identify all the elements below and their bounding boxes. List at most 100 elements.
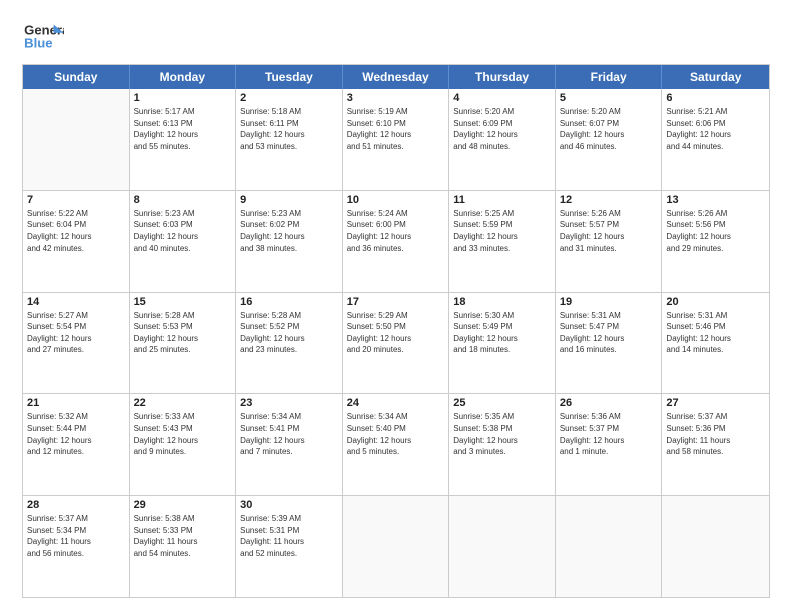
calendar-cell: 30Sunrise: 5:39 AM Sunset: 5:31 PM Dayli…: [236, 496, 343, 597]
cell-info: Sunrise: 5:17 AM Sunset: 6:13 PM Dayligh…: [134, 106, 232, 152]
cell-info: Sunrise: 5:23 AM Sunset: 6:03 PM Dayligh…: [134, 208, 232, 254]
calendar-cell: 27Sunrise: 5:37 AM Sunset: 5:36 PM Dayli…: [662, 394, 769, 495]
day-number: 16: [240, 296, 338, 308]
cell-info: Sunrise: 5:18 AM Sunset: 6:11 PM Dayligh…: [240, 106, 338, 152]
cell-info: Sunrise: 5:37 AM Sunset: 5:36 PM Dayligh…: [666, 411, 765, 457]
calendar-cell: 10 Sunrise: 5:24 AM Sunset: 6:00 PM Dayli…: [343, 191, 450, 292]
day-number: 4: [453, 92, 551, 104]
day-number: 14: [27, 296, 125, 308]
day-number: 23: [240, 397, 338, 409]
calendar-cell: [23, 89, 130, 190]
cell-info: Sunrise: 5:28 AM Sunset: 5:53 PM Dayligh…: [134, 310, 232, 356]
cell-info: Sunrise: 5:37 AM Sunset: 5:34 PM Dayligh…: [27, 513, 125, 559]
calendar-header-row: SundayMondayTuesdayWednesdayThursdayFrid…: [23, 65, 769, 89]
cell-info: Sunrise: 5:29 AM Sunset: 5:50 PM Dayligh…: [347, 310, 445, 356]
calendar-week-1: 1 Sunrise: 5:17 AM Sunset: 6:13 PM Daylig…: [23, 89, 769, 191]
cell-info: Sunrise: 5:26 AM Sunset: 5:57 PM Dayligh…: [560, 208, 658, 254]
calendar-cell: 19Sunrise: 5:31 AM Sunset: 5:47 PM Dayli…: [556, 293, 663, 394]
calendar-cell: 20 Sunrise: 5:31 AM Sunset: 5:46 PM Dayli…: [662, 293, 769, 394]
logo-icon: General Blue: [22, 18, 64, 54]
cell-info: Sunrise: 5:19 AM Sunset: 6:10 PM Dayligh…: [347, 106, 445, 152]
calendar-cell: 24 Sunrise: 5:34 AM Sunset: 5:40 PM Dayli…: [343, 394, 450, 495]
day-number: 17: [347, 296, 445, 308]
calendar-cell: 11Sunrise: 5:25 AM Sunset: 5:59 PM Dayli…: [449, 191, 556, 292]
calendar-cell: 26 Sunrise: 5:36 AM Sunset: 5:37 PM Dayli…: [556, 394, 663, 495]
calendar-cell: 16 Sunrise: 5:28 AM Sunset: 5:52 PM Dayli…: [236, 293, 343, 394]
calendar-cell: 3 Sunrise: 5:19 AM Sunset: 6:10 PM Daylig…: [343, 89, 450, 190]
day-number: 28: [27, 499, 125, 511]
calendar-cell: 13 Sunrise: 5:26 AM Sunset: 5:56 PM Dayli…: [662, 191, 769, 292]
day-number: 10: [347, 194, 445, 206]
logo: General Blue: [22, 18, 64, 54]
cell-info: Sunrise: 5:28 AM Sunset: 5:52 PM Dayligh…: [240, 310, 338, 356]
day-number: 18: [453, 296, 551, 308]
header-day-tuesday: Tuesday: [236, 65, 343, 89]
day-number: 6: [666, 92, 765, 104]
calendar-cell: 1 Sunrise: 5:17 AM Sunset: 6:13 PM Daylig…: [130, 89, 237, 190]
cell-info: Sunrise: 5:27 AM Sunset: 5:54 PM Dayligh…: [27, 310, 125, 356]
page: General Blue SundayMondayTuesdayWednesda…: [0, 0, 792, 612]
calendar-cell: [556, 496, 663, 597]
svg-text:Blue: Blue: [24, 35, 52, 50]
day-number: 22: [134, 397, 232, 409]
cell-info: Sunrise: 5:34 AM Sunset: 5:40 PM Dayligh…: [347, 411, 445, 457]
day-number: 2: [240, 92, 338, 104]
calendar-cell: 25Sunrise: 5:35 AM Sunset: 5:38 PM Dayli…: [449, 394, 556, 495]
cell-info: Sunrise: 5:38 AM Sunset: 5:33 PM Dayligh…: [134, 513, 232, 559]
cell-info: Sunrise: 5:31 AM Sunset: 5:46 PM Dayligh…: [666, 310, 765, 356]
calendar: SundayMondayTuesdayWednesdayThursdayFrid…: [22, 64, 770, 598]
calendar-cell: 15 Sunrise: 5:28 AM Sunset: 5:53 PM Dayli…: [130, 293, 237, 394]
cell-info: Sunrise: 5:30 AM Sunset: 5:49 PM Dayligh…: [453, 310, 551, 356]
calendar-cell: [662, 496, 769, 597]
calendar-week-3: 14 Sunrise: 5:27 AM Sunset: 5:54 PM Dayli…: [23, 293, 769, 395]
calendar-cell: 5 Sunrise: 5:20 AM Sunset: 6:07 PM Daylig…: [556, 89, 663, 190]
cell-info: Sunrise: 5:33 AM Sunset: 5:43 PM Dayligh…: [134, 411, 232, 457]
day-number: 7: [27, 194, 125, 206]
calendar-cell: 17 Sunrise: 5:29 AM Sunset: 5:50 PM Dayli…: [343, 293, 450, 394]
header: General Blue: [22, 18, 770, 54]
calendar-cell: 29Sunrise: 5:38 AM Sunset: 5:33 PM Dayli…: [130, 496, 237, 597]
calendar-cell: 7Sunrise: 5:22 AM Sunset: 6:04 PM Daylig…: [23, 191, 130, 292]
cell-info: Sunrise: 5:24 AM Sunset: 6:00 PM Dayligh…: [347, 208, 445, 254]
cell-info: Sunrise: 5:34 AM Sunset: 5:41 PM Dayligh…: [240, 411, 338, 457]
calendar-body: 1 Sunrise: 5:17 AM Sunset: 6:13 PM Daylig…: [23, 89, 769, 597]
calendar-cell: 14 Sunrise: 5:27 AM Sunset: 5:54 PM Dayli…: [23, 293, 130, 394]
day-number: 1: [134, 92, 232, 104]
header-day-saturday: Saturday: [662, 65, 769, 89]
day-number: 21: [27, 397, 125, 409]
calendar-cell: 6Sunrise: 5:21 AM Sunset: 6:06 PM Daylig…: [662, 89, 769, 190]
day-number: 3: [347, 92, 445, 104]
day-number: 9: [240, 194, 338, 206]
cell-info: Sunrise: 5:20 AM Sunset: 6:09 PM Dayligh…: [453, 106, 551, 152]
day-number: 5: [560, 92, 658, 104]
cell-info: Sunrise: 5:32 AM Sunset: 5:44 PM Dayligh…: [27, 411, 125, 457]
header-day-sunday: Sunday: [23, 65, 130, 89]
day-number: 15: [134, 296, 232, 308]
cell-info: Sunrise: 5:36 AM Sunset: 5:37 PM Dayligh…: [560, 411, 658, 457]
day-number: 26: [560, 397, 658, 409]
day-number: 11: [453, 194, 551, 206]
calendar-cell: 9 Sunrise: 5:23 AM Sunset: 6:02 PM Daylig…: [236, 191, 343, 292]
cell-info: Sunrise: 5:39 AM Sunset: 5:31 PM Dayligh…: [240, 513, 338, 559]
day-number: 24: [347, 397, 445, 409]
calendar-cell: [343, 496, 450, 597]
calendar-cell: 23 Sunrise: 5:34 AM Sunset: 5:41 PM Dayli…: [236, 394, 343, 495]
cell-info: Sunrise: 5:35 AM Sunset: 5:38 PM Dayligh…: [453, 411, 551, 457]
cell-info: Sunrise: 5:23 AM Sunset: 6:02 PM Dayligh…: [240, 208, 338, 254]
calendar-cell: 21 Sunrise: 5:32 AM Sunset: 5:44 PM Dayli…: [23, 394, 130, 495]
day-number: 13: [666, 194, 765, 206]
header-day-thursday: Thursday: [449, 65, 556, 89]
header-day-monday: Monday: [130, 65, 237, 89]
calendar-cell: 18 Sunrise: 5:30 AM Sunset: 5:49 PM Dayli…: [449, 293, 556, 394]
day-number: 8: [134, 194, 232, 206]
calendar-cell: [449, 496, 556, 597]
cell-info: Sunrise: 5:20 AM Sunset: 6:07 PM Dayligh…: [560, 106, 658, 152]
calendar-cell: 2 Sunrise: 5:18 AM Sunset: 6:11 PM Daylig…: [236, 89, 343, 190]
day-number: 20: [666, 296, 765, 308]
cell-info: Sunrise: 5:26 AM Sunset: 5:56 PM Dayligh…: [666, 208, 765, 254]
calendar-week-2: 7Sunrise: 5:22 AM Sunset: 6:04 PM Daylig…: [23, 191, 769, 293]
calendar-cell: 8 Sunrise: 5:23 AM Sunset: 6:03 PM Daylig…: [130, 191, 237, 292]
calendar-week-5: 28 Sunrise: 5:37 AM Sunset: 5:34 PM Dayli…: [23, 496, 769, 597]
header-day-wednesday: Wednesday: [343, 65, 450, 89]
calendar-cell: 12Sunrise: 5:26 AM Sunset: 5:57 PM Dayli…: [556, 191, 663, 292]
